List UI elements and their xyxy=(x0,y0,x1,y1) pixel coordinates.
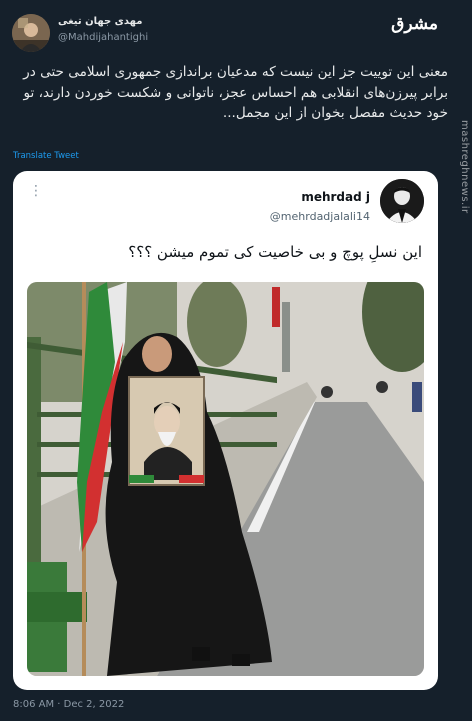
watermark-text: mashreghnews.ir xyxy=(459,120,470,214)
author-handle[interactable]: @Mahdijahantighi xyxy=(58,32,148,43)
author-name[interactable]: مهدی جهان تیغی xyxy=(58,16,142,27)
quoted-tweet-text: این نسلِ پوچ و بی خاصیت کی تموم میشن ؟؟؟ xyxy=(128,243,422,261)
quoted-author-handle[interactable]: @mehrdadjalali14 xyxy=(270,210,370,223)
quoted-tweet-card[interactable]: ⋮ mehrdad j @mehrdadjalali14 این نسلِ پو… xyxy=(13,171,438,690)
quoted-tweet-photo[interactable] xyxy=(27,282,424,676)
quoted-author-avatar[interactable] xyxy=(380,179,424,223)
more-options-icon[interactable]: ⋮ xyxy=(29,183,44,199)
quoted-author-name[interactable]: mehrdad j xyxy=(301,190,370,204)
author-avatar[interactable] xyxy=(12,14,50,52)
tweet-text: معنی این توییت جز این نیست که مدعیان برا… xyxy=(23,64,448,121)
mashregh-logo: مشرق xyxy=(391,14,439,34)
tweet-timestamp[interactable]: 8:06 AM · Dec 2, 2022 xyxy=(13,699,124,710)
tweet: مهدی جهان تیغی @Mahdijahantighi مشرق mas… xyxy=(0,0,472,721)
translate-tweet-link[interactable]: Translate Tweet xyxy=(13,151,79,161)
